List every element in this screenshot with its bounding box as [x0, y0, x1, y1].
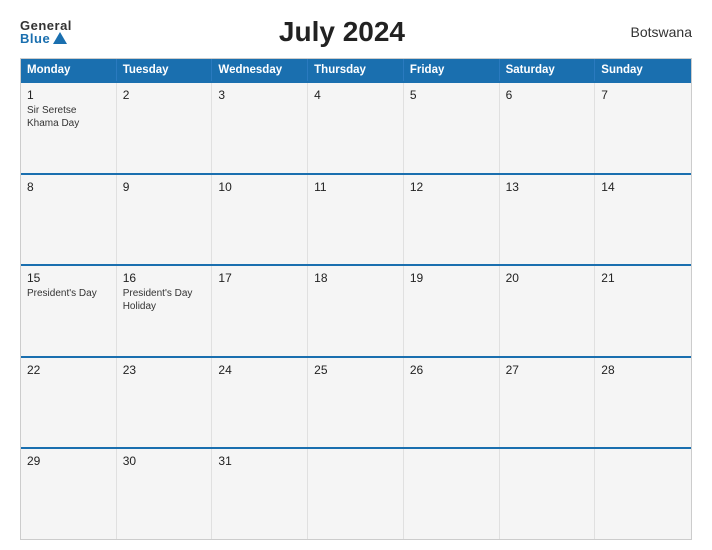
- cell-23: 23: [117, 358, 213, 448]
- day-number: 19: [410, 271, 493, 285]
- cell-29: 29: [21, 449, 117, 539]
- cell-19: 19: [404, 266, 500, 356]
- week-row-2: 8 9 10 11 12 13 14: [21, 173, 691, 265]
- country-label: Botswana: [612, 24, 692, 40]
- cell-3: 3: [212, 83, 308, 173]
- logo: General Blue: [20, 19, 72, 45]
- cell-empty-4: [595, 449, 691, 539]
- day-number: 9: [123, 180, 206, 194]
- header-monday: Monday: [21, 59, 117, 81]
- day-number: 15: [27, 271, 110, 285]
- logo-triangle-icon: [53, 32, 67, 44]
- day-number: 1: [27, 88, 110, 102]
- header-saturday: Saturday: [500, 59, 596, 81]
- cell-6: 6: [500, 83, 596, 173]
- cell-30: 30: [117, 449, 213, 539]
- cell-1: 1 Sir Seretse Khama Day: [21, 83, 117, 173]
- header: General Blue July 2024 Botswana: [20, 16, 692, 48]
- day-number: 23: [123, 363, 206, 377]
- day-number: 26: [410, 363, 493, 377]
- cell-empty-2: [404, 449, 500, 539]
- day-number: 28: [601, 363, 685, 377]
- week-row-4: 22 23 24 25 26 27 28: [21, 356, 691, 448]
- day-number: 20: [506, 271, 589, 285]
- day-number: 13: [506, 180, 589, 194]
- cell-16: 16 President's Day Holiday: [117, 266, 213, 356]
- page: General Blue July 2024 Botswana Monday T…: [0, 0, 712, 550]
- cell-5: 5: [404, 83, 500, 173]
- cell-2: 2: [117, 83, 213, 173]
- day-number: 16: [123, 271, 206, 285]
- day-number: 11: [314, 180, 397, 194]
- cell-27: 27: [500, 358, 596, 448]
- day-number: 14: [601, 180, 685, 194]
- event-label: President's Day: [27, 287, 110, 300]
- day-number: 10: [218, 180, 301, 194]
- cell-18: 18: [308, 266, 404, 356]
- day-number: 31: [218, 454, 301, 468]
- cell-4: 4: [308, 83, 404, 173]
- week-row-3: 15 President's Day 16 President's Day Ho…: [21, 264, 691, 356]
- cell-26: 26: [404, 358, 500, 448]
- cell-15: 15 President's Day: [21, 266, 117, 356]
- day-number: 5: [410, 88, 493, 102]
- day-number: 30: [123, 454, 206, 468]
- day-number: 2: [123, 88, 206, 102]
- day-number: 24: [218, 363, 301, 377]
- calendar-body: 1 Sir Seretse Khama Day 2 3 4 5: [21, 81, 691, 539]
- cell-9: 9: [117, 175, 213, 265]
- cell-28: 28: [595, 358, 691, 448]
- cell-22: 22: [21, 358, 117, 448]
- day-number: 17: [218, 271, 301, 285]
- event-label: President's Day Holiday: [123, 287, 206, 313]
- cell-21: 21: [595, 266, 691, 356]
- cell-17: 17: [212, 266, 308, 356]
- calendar-title: July 2024: [72, 16, 612, 48]
- day-number: 21: [601, 271, 685, 285]
- calendar: Monday Tuesday Wednesday Thursday Friday…: [20, 58, 692, 540]
- cell-24: 24: [212, 358, 308, 448]
- day-number: 29: [27, 454, 110, 468]
- cell-12: 12: [404, 175, 500, 265]
- cell-7: 7: [595, 83, 691, 173]
- cell-empty-1: [308, 449, 404, 539]
- day-number: 27: [506, 363, 589, 377]
- cell-empty-3: [500, 449, 596, 539]
- event-label: Sir Seretse Khama Day: [27, 104, 110, 130]
- day-number: 18: [314, 271, 397, 285]
- day-number: 22: [27, 363, 110, 377]
- cell-11: 11: [308, 175, 404, 265]
- day-number: 8: [27, 180, 110, 194]
- header-tuesday: Tuesday: [117, 59, 213, 81]
- cell-25: 25: [308, 358, 404, 448]
- header-friday: Friday: [404, 59, 500, 81]
- cell-20: 20: [500, 266, 596, 356]
- logo-blue-text: Blue: [20, 32, 72, 45]
- day-number: 6: [506, 88, 589, 102]
- header-sunday: Sunday: [595, 59, 691, 81]
- day-number: 12: [410, 180, 493, 194]
- cell-31: 31: [212, 449, 308, 539]
- cell-8: 8: [21, 175, 117, 265]
- week-row-1: 1 Sir Seretse Khama Day 2 3 4 5: [21, 81, 691, 173]
- day-number: 3: [218, 88, 301, 102]
- cell-10: 10: [212, 175, 308, 265]
- header-thursday: Thursday: [308, 59, 404, 81]
- day-number: 25: [314, 363, 397, 377]
- day-number: 4: [314, 88, 397, 102]
- cell-13: 13: [500, 175, 596, 265]
- day-number: 7: [601, 88, 685, 102]
- week-row-5: 29 30 31: [21, 447, 691, 539]
- calendar-header: Monday Tuesday Wednesday Thursday Friday…: [21, 59, 691, 81]
- header-wednesday: Wednesday: [212, 59, 308, 81]
- cell-14: 14: [595, 175, 691, 265]
